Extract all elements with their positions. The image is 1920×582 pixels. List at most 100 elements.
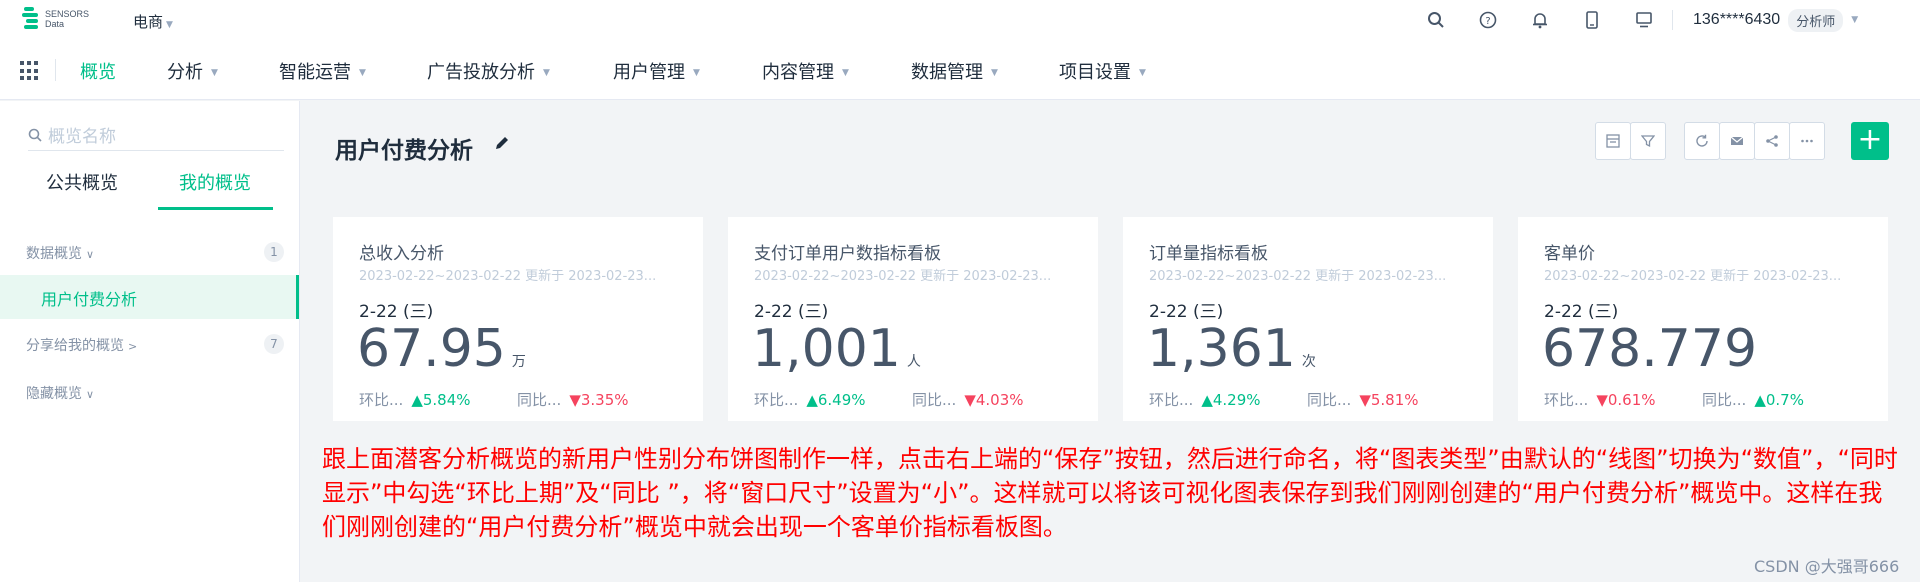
sensors-data-logo[interactable]: SENSORS Data [20,6,89,32]
nav-content-management[interactable]: 内容管理 ▼ [762,58,849,84]
filter-button[interactable] [1630,122,1666,160]
nav-smart-ops[interactable]: 智能运营 ▼ [279,58,366,84]
metric-card[interactable]: 支付订单用户数指标看板 2023-02-22~2023-02-22 更新于 20… [728,217,1098,421]
arrow-up-icon: ▲ [806,391,818,409]
arrow-down-icon: ▼ [964,391,976,409]
chevron-down-icon: ∨ [86,388,95,401]
metric-card[interactable]: 订单量指标看板 2023-02-22~2023-02-22 更新于 2023-0… [1123,217,1493,421]
more-button[interactable] [1789,122,1825,160]
chevron-down-icon: ▼ [842,68,849,78]
divider [55,59,56,81]
layout-button[interactable] [1595,122,1631,160]
chevron-down-icon: ▼ [211,68,218,78]
annotation-note: 跟上面潜客分析概览的新用户性别分布饼图制作一样，点击右上端的“保存”按钮，然后进… [322,445,1898,541]
more-icon [1801,139,1813,143]
share-icon [1766,135,1778,147]
card-title: 支付订单用户数指标看板 [754,244,941,264]
mobile-icon[interactable] [1566,0,1618,40]
group-count-badge: 7 [264,334,284,354]
nav-overview[interactable]: 概览 [80,58,116,84]
group-shared-with-me[interactable]: 分享给我的概览 > [26,335,137,355]
card-value: 1,361 次 [1147,319,1316,379]
card-title: 客单价 [1544,244,1595,264]
chevron-right-icon: > [128,340,138,353]
refresh-icon [1696,134,1708,147]
refresh-button[interactable] [1684,122,1720,160]
chevron-down-icon: ∨ [86,248,95,261]
role-badge[interactable]: 分析师 [1788,8,1844,32]
watermark: CSDN @大强哥666 [1754,557,1900,576]
apps-grid-icon[interactable] [20,61,40,81]
search-placeholder: 概览名称 [48,127,116,147]
chevron-down-icon: ▼ [1139,68,1146,78]
card-compare-prev: 环比... ▲5.84% [359,391,471,409]
card-value: 1,001 人 [752,319,921,379]
group-count-badge: 1 [264,242,284,262]
active-tab-indicator [158,207,273,210]
project-selector[interactable]: 电商 ▼ [133,11,173,32]
arrow-down-icon: ▼ [1596,391,1608,409]
chevron-down-icon: ▼ [359,68,366,78]
logo-mark-icon [20,6,42,32]
pencil-icon[interactable] [493,134,511,152]
logo-text-line2: Data [45,19,65,29]
bell-icon[interactable] [1514,0,1566,40]
tab-my-overview[interactable]: 我的概览 [179,169,251,195]
nav-user-management[interactable]: 用户管理 ▼ [613,58,700,84]
monitor-icon[interactable] [1618,0,1670,40]
card-date-range: 2023-02-22~2023-02-22 更新于 2023-02-23... [1544,269,1842,284]
card-compare-yoy: 同比... ▲0.7% [1702,391,1804,409]
sidebar-item-user-payment[interactable]: 用户付费分析 [0,275,299,319]
search-icon[interactable] [1410,0,1462,40]
card-date-range: 2023-02-22~2023-02-22 更新于 2023-02-23... [754,269,1052,284]
nav-analysis[interactable]: 分析 ▼ [167,58,218,84]
card-date-range: 2023-02-22~2023-02-22 更新于 2023-02-23... [1149,269,1447,284]
nav-project-settings[interactable]: 项目设置 ▼ [1059,58,1146,84]
main-nav: 概览 分析 ▼ 智能运营 ▼ 广告投放分析 ▼ 用户管理 ▼ 内容管理 ▼ 数据管理 ▼ 项… [0,40,1920,100]
project-name: 电商 [133,13,164,31]
card-value: 67.95 万 [357,319,526,379]
logo-text-line1: SENSORS [45,9,90,19]
arrow-up-icon: ▲ [1201,391,1213,409]
chevron-down-icon: ▼ [991,68,998,78]
chevron-down-icon[interactable]: ▼ [1851,15,1858,25]
overview-search-input[interactable]: 概览名称 [28,119,284,151]
card-compare-prev: 环比... ▼0.61% [1544,391,1656,409]
mail-icon [1730,136,1744,145]
search-icon [28,128,42,142]
metric-card[interactable]: 总收入分析 2023-02-22~2023-02-22 更新于 2023-02-… [333,217,703,421]
card-title: 订单量指标看板 [1149,244,1268,264]
arrow-down-icon: ▼ [569,391,581,409]
add-chart-button[interactable]: + [1851,122,1889,160]
arrow-up-icon: ▲ [1754,391,1766,409]
layout-icon [1606,134,1620,148]
help-icon[interactable]: ? [1462,0,1514,40]
top-bar: SENSORS Data 电商 ▼ ? 136****6430 分析师 ▼ [0,0,1920,40]
card-value: 678.779 [1542,319,1758,379]
card-compare-yoy: 同比... ▼4.03% [912,391,1024,409]
divider [1672,10,1673,30]
card-compare-yoy: 同比... ▼3.35% [517,391,629,409]
card-title: 总收入分析 [359,244,444,264]
svg-text:?: ? [1485,16,1490,27]
card-compare-yoy: 同比... ▼5.81% [1307,391,1419,409]
card-date-range: 2023-02-22~2023-02-22 更新于 2023-02-23... [359,269,657,284]
share-button[interactable] [1754,122,1790,160]
page-title: 用户付费分析 [335,138,473,164]
mail-button[interactable] [1719,122,1755,160]
arrow-up-icon: ▲ [411,391,423,409]
user-phone[interactable]: 136****6430 [1693,11,1780,29]
chevron-down-icon: ▼ [166,20,173,30]
metric-card[interactable]: 客单价 2023-02-22~2023-02-22 更新于 2023-02-23… [1518,217,1888,421]
arrow-down-icon: ▼ [1359,391,1371,409]
nav-ad-analysis[interactable]: 广告投放分析 ▼ [427,58,550,84]
card-compare-prev: 环比... ▲6.49% [754,391,866,409]
nav-data-management[interactable]: 数据管理 ▼ [911,58,998,84]
chevron-down-icon: ▼ [693,68,700,78]
filter-icon [1641,135,1655,148]
overview-sidebar: 概览名称 公共概览 我的概览 数据概览 ∨ 1 用户付费分析 分享给我的概览 > 7… [0,101,300,582]
card-compare-prev: 环比... ▲4.29% [1149,391,1261,409]
group-data-overview[interactable]: 数据概览 ∨ [26,243,94,263]
tab-public-overview[interactable]: 公共概览 [46,169,118,195]
group-hidden-overview[interactable]: 隐藏概览 ∨ [26,383,94,403]
